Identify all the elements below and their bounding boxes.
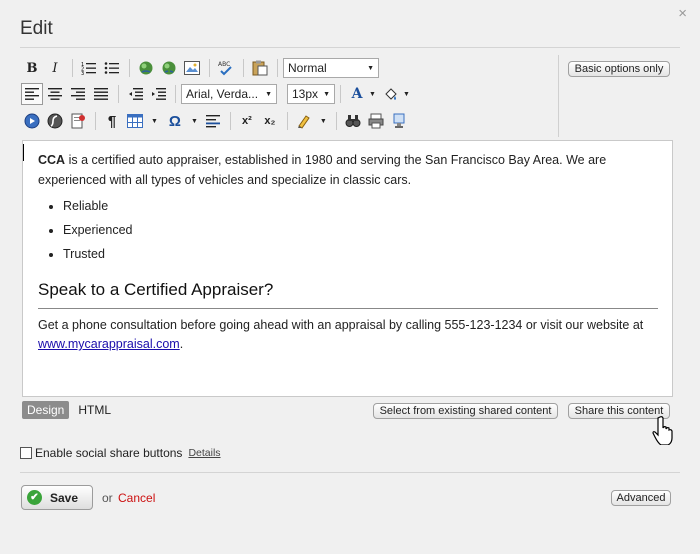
cta-text: Get a phone consultation before going ah…	[38, 317, 644, 332]
svg-text:ABC: ABC	[218, 61, 230, 68]
save-button[interactable]: ✔ Save	[21, 485, 93, 510]
edit-dialog: Edit × B I 123 ABC Normal ▼ Arial, Verda…	[0, 0, 700, 554]
toolbar-separator	[209, 59, 210, 77]
toolbar-separator	[118, 85, 119, 103]
insert-image-icon[interactable]	[181, 57, 203, 79]
editor-content-area[interactable]: CCA is a certified auto appraiser, estab…	[22, 140, 673, 397]
text-cursor	[23, 144, 24, 161]
font-family-value: Arial, Verda...	[186, 87, 259, 101]
spellcheck-icon[interactable]: ABC	[215, 57, 237, 79]
bullet-list-icon[interactable]	[101, 57, 123, 79]
toolbar-separator	[335, 112, 337, 130]
footer-divider	[20, 472, 680, 473]
toolbar-separator	[286, 112, 288, 130]
select-shared-content-button[interactable]: Select from existing shared content	[373, 403, 558, 419]
list-item: Trusted	[63, 242, 658, 266]
check-icon: ✔	[27, 490, 42, 505]
highlight-color-icon[interactable]	[380, 83, 402, 105]
toolbar-row-2: Arial, Verda... ▼ 13px ▼ A ▼ ▼	[21, 82, 410, 106]
svg-text:3: 3	[81, 71, 84, 75]
list-item: Reliable	[63, 194, 658, 218]
website-link[interactable]: www.mycarappraisal.com	[38, 337, 180, 351]
toolbar-separator	[277, 59, 278, 77]
outdent-icon[interactable]	[124, 83, 146, 105]
print-icon[interactable]	[365, 110, 387, 132]
horizontal-rule	[38, 307, 658, 309]
details-link[interactable]: Details	[188, 447, 220, 459]
close-icon[interactable]: ×	[678, 5, 687, 22]
align-right-icon[interactable]	[67, 83, 89, 105]
clear-formatting-icon[interactable]	[293, 110, 315, 132]
chevron-down-icon[interactable]: ▼	[403, 91, 410, 98]
font-family-select[interactable]: Arial, Verda... ▼	[181, 84, 277, 104]
toolbar-separator	[243, 59, 244, 77]
chevron-down-icon[interactable]: ▼	[320, 118, 327, 125]
chevron-down-icon: ▼	[265, 90, 272, 98]
toolbar-separator	[95, 112, 96, 130]
social-share-option: Enable social share buttons Details	[20, 446, 221, 460]
social-share-checkbox[interactable]	[20, 447, 32, 459]
italic-button[interactable]: I	[44, 57, 66, 79]
align-center-icon[interactable]	[44, 83, 66, 105]
cancel-link[interactable]: Cancel	[118, 491, 155, 505]
align-left-icon[interactable]	[21, 83, 43, 105]
company-name: CCA	[38, 153, 66, 167]
find-replace-icon[interactable]	[342, 110, 364, 132]
superscript-icon[interactable]: x²	[236, 110, 258, 132]
social-share-label[interactable]: Enable social share buttons	[35, 446, 182, 460]
preview-icon[interactable]	[388, 110, 410, 132]
bold-button[interactable]: B	[21, 57, 43, 79]
cta-paragraph: Get a phone consultation before going ah…	[38, 316, 658, 355]
paragraph-mark-icon[interactable]: ¶	[101, 110, 123, 132]
paragraph-format-select[interactable]: Normal ▼	[283, 58, 379, 78]
font-size-value: 13px	[292, 87, 319, 101]
special-characters-icon[interactable]: Ω	[164, 110, 186, 132]
chevron-down-icon[interactable]: ▼	[369, 91, 376, 98]
subscript-icon[interactable]: x₂	[259, 110, 281, 132]
paragraph-format-value: Normal	[288, 61, 327, 75]
intro-text: is a certified auto appraiser, establish…	[38, 153, 607, 187]
toolbar-row-1: B I 123 ABC Normal ▼	[21, 56, 379, 80]
chevron-down-icon[interactable]: ▼	[191, 118, 198, 125]
toolbar-separator	[229, 112, 231, 130]
hand-cursor-icon	[651, 415, 675, 450]
title-divider	[20, 47, 680, 48]
insert-file-icon[interactable]	[67, 110, 89, 132]
toolbar-divider	[558, 55, 559, 137]
toolbar-separator	[129, 59, 130, 77]
chevron-down-icon[interactable]: ▼	[151, 118, 158, 125]
insert-media-icon[interactable]	[21, 110, 43, 132]
font-size-select[interactable]: 13px ▼	[287, 84, 335, 104]
horizontal-rule-icon[interactable]	[202, 110, 224, 132]
font-color-icon[interactable]: A	[346, 83, 368, 105]
save-label: Save	[50, 490, 79, 505]
numbered-list-icon[interactable]: 123	[78, 57, 100, 79]
toolbar-separator	[72, 59, 73, 77]
indent-icon[interactable]	[147, 83, 169, 105]
tab-html[interactable]: HTML	[78, 403, 111, 417]
chevron-down-icon: ▼	[367, 64, 374, 72]
dialog-title: Edit	[20, 18, 53, 39]
unlink-icon[interactable]	[158, 57, 180, 79]
toolbar-separator	[340, 85, 341, 103]
intro-paragraph: CCA is a certified auto appraiser, estab…	[38, 151, 658, 190]
tab-design[interactable]: Design	[22, 401, 70, 419]
chevron-down-icon: ▼	[323, 90, 330, 98]
paste-icon[interactable]	[249, 57, 271, 79]
feature-list: Reliable Experienced Trusted	[38, 194, 658, 266]
editor-document: CCA is a certified auto appraiser, estab…	[38, 151, 658, 355]
list-item: Experienced	[63, 218, 658, 242]
advanced-button[interactable]: Advanced	[611, 490, 671, 506]
cta-end: .	[179, 337, 184, 351]
align-justify-icon[interactable]	[90, 83, 112, 105]
or-text: or	[102, 491, 113, 505]
content-heading: Speak to a Certified Appraiser?	[38, 280, 274, 299]
toolbar-separator	[175, 85, 176, 103]
basic-options-button[interactable]: Basic options only	[568, 61, 670, 77]
editor-mode-tabs: Design HTML	[22, 401, 111, 419]
insert-link-icon[interactable]	[135, 57, 157, 79]
toolbar-row-3: ¶ ▼ Ω ▼ x² x₂ ▼	[21, 109, 411, 133]
insert-flash-icon[interactable]	[44, 110, 66, 132]
insert-table-icon[interactable]	[124, 110, 146, 132]
